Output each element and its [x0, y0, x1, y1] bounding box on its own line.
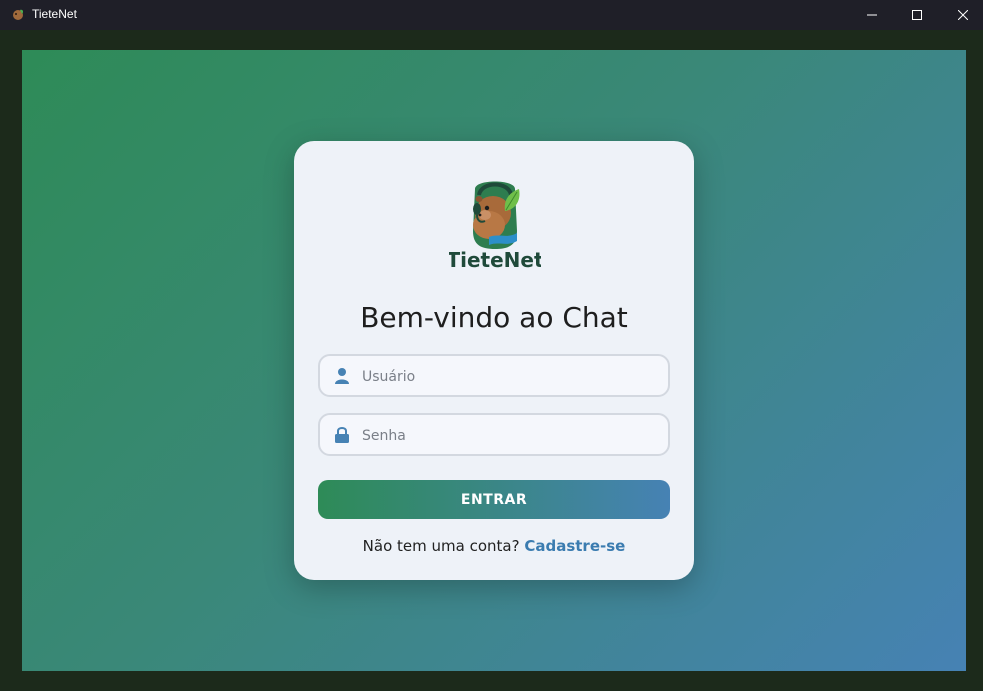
- signup-link[interactable]: Cadastre-se: [524, 537, 625, 555]
- user-icon: [335, 368, 349, 384]
- maximize-button[interactable]: [894, 0, 940, 30]
- login-background: TieteNet Bem-vindo ao Chat ENTRAR Não te…: [22, 50, 966, 671]
- username-field[interactable]: [318, 354, 670, 397]
- minimize-icon: [867, 14, 877, 16]
- signup-prompt: Não tem uma conta? Cadastre-se: [294, 537, 694, 555]
- login-card: TieteNet Bem-vindo ao Chat ENTRAR Não te…: [294, 141, 694, 580]
- capybara-app-icon: [13, 9, 24, 20]
- password-input[interactable]: [360, 415, 664, 456]
- signup-prompt-text: Não tem uma conta?: [362, 537, 520, 555]
- close-icon: [958, 10, 968, 20]
- maximize-icon: [912, 10, 922, 20]
- lock-icon: [335, 427, 349, 443]
- window-title: TieteNet: [32, 7, 77, 21]
- tietenet-logo: TieteNet: [449, 181, 541, 271]
- login-button[interactable]: ENTRAR: [318, 480, 670, 519]
- close-button[interactable]: [940, 0, 983, 30]
- title-bar: TieteNet: [0, 0, 983, 30]
- password-field[interactable]: [318, 413, 670, 456]
- username-input[interactable]: [360, 356, 664, 397]
- welcome-heading: Bem-vindo ao Chat: [360, 301, 628, 334]
- logo-text: TieteNet: [449, 248, 541, 271]
- minimize-button[interactable]: [849, 0, 895, 30]
